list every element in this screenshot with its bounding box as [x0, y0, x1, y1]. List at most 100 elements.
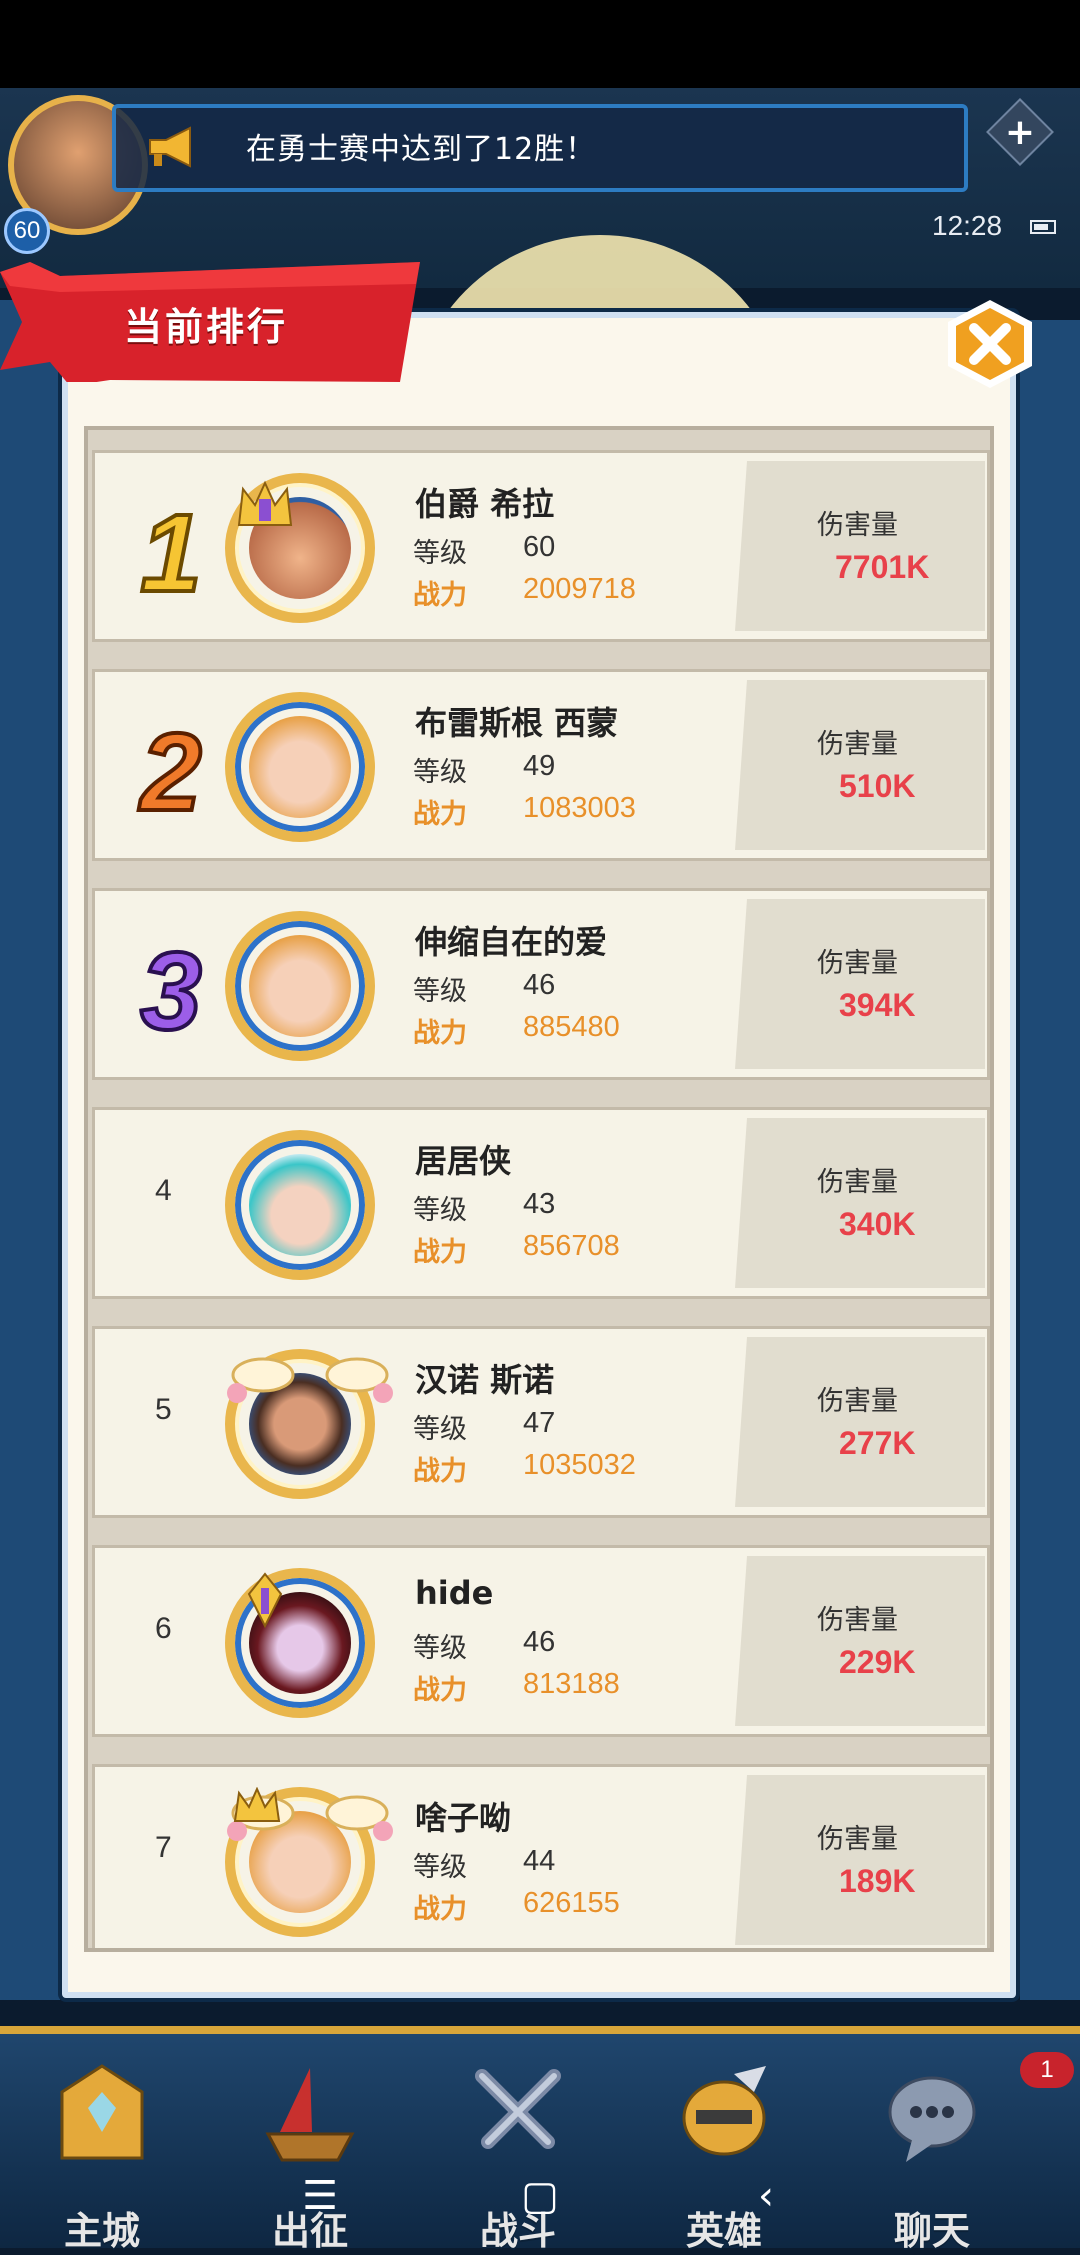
castle-icon [60, 2064, 144, 2160]
power-label: 战力 [413, 1456, 467, 1487]
level-value: 60 [523, 531, 556, 563]
power-value: 885480 [523, 1011, 620, 1043]
status-bar-background [0, 0, 1080, 88]
level-value: 43 [523, 1188, 556, 1220]
level-value: 47 [523, 1407, 556, 1439]
chat-icon [888, 2076, 976, 2162]
svg-text:1: 1 [140, 492, 201, 611]
level-value: 46 [523, 1626, 556, 1658]
damage-box [735, 461, 985, 631]
rank-3-icon: 3 [138, 928, 203, 1049]
ranking-row[interactable]: 4 居居侠 等级 43 战力 856708 伤害量 340K [92, 1107, 990, 1299]
level-label: 等级 [413, 1414, 467, 1445]
ship-icon [265, 2068, 355, 2162]
power-value: 626155 [523, 1887, 620, 1919]
level-label: 等级 [413, 757, 467, 788]
player-name: 啥子呦 [415, 1799, 512, 1837]
player-name: 伸缩自在的爱 [415, 923, 608, 961]
nav-main-city[interactable]: 主城 [12, 2062, 192, 2253]
system-home-button[interactable]: ▢ [510, 2166, 570, 2226]
avatar[interactable] [225, 692, 375, 842]
level-label: 等级 [413, 1633, 467, 1664]
close-button[interactable] [944, 298, 1036, 390]
level-label: 等级 [413, 976, 467, 1007]
damage-box [735, 1337, 985, 1507]
battery-icon [1030, 220, 1056, 234]
damage-box [735, 1556, 985, 1726]
ranking-row[interactable]: 6 hide 等级 46 战力 813188 伤害量 229K [92, 1545, 990, 1737]
rank-number: 5 [155, 1393, 172, 1426]
damage-value: 229K [839, 1644, 916, 1680]
power-value: 856708 [523, 1230, 620, 1262]
damage-label: 伤害量 [817, 510, 898, 541]
ranking-list[interactable]: 1 伯爵 希拉 等级 60 战力 2009718 伤害量 7701K 2 布雷斯… [84, 426, 994, 1952]
ranking-row[interactable]: 5 汉诺 斯诺 等级 47 战力 1035032 伤害量 277K [92, 1326, 990, 1518]
bunny-ears-icon [227, 1357, 393, 1403]
damage-value: 189K [839, 1863, 916, 1899]
megaphone-icon [149, 126, 191, 168]
level-label: 等级 [413, 1852, 467, 1883]
damage-label: 伤害量 [817, 1605, 898, 1636]
clock: 12:28 [932, 210, 1003, 241]
power-value: 2009718 [523, 573, 636, 605]
plus-icon: + [1004, 111, 1036, 153]
player-name: hide [415, 1574, 494, 1612]
rank-1-icon: 1 [138, 490, 203, 611]
level-label: 等级 [413, 1195, 467, 1226]
rank-emblem-icon [247, 1572, 283, 1628]
damage-value: 510K [839, 768, 916, 804]
avatar[interactable] [225, 1787, 393, 1937]
background-right [1020, 320, 1080, 2000]
nav-chat[interactable]: 聊天 [842, 2062, 1022, 2253]
rank-number: 6 [155, 1612, 172, 1645]
player-level-badge: 60 [4, 208, 50, 254]
system-back-button[interactable]: ‹ [736, 2166, 796, 2226]
bunny-ears-icon [227, 1787, 393, 1841]
damage-value: 7701K [835, 549, 930, 585]
damage-value: 340K [839, 1206, 916, 1242]
svg-text:2: 2 [138, 711, 201, 830]
damage-label: 伤害量 [817, 948, 898, 979]
ranking-row[interactable]: 3 伸缩自在的爱 等级 46 战力 885480 伤害量 394K [92, 888, 990, 1080]
power-label: 战力 [413, 1018, 467, 1049]
damage-box [735, 1775, 985, 1945]
svg-text:3: 3 [140, 930, 201, 1049]
damage-label: 伤害量 [817, 729, 898, 760]
damage-box [735, 680, 985, 850]
power-value: 813188 [523, 1668, 620, 1700]
ranking-row[interactable]: 1 伯爵 希拉 等级 60 战力 2009718 伤害量 7701K [92, 450, 990, 642]
crown-icon [237, 480, 293, 526]
ranking-row[interactable]: 2 布雷斯根 西蒙 等级 49 战力 1083003 伤害量 510K [92, 669, 990, 861]
avatar[interactable] [225, 1349, 393, 1499]
power-label: 战力 [413, 1894, 467, 1925]
broadcast-notice: 在勇士赛中达到了12胜！ [112, 104, 968, 192]
hero-portrait [249, 935, 351, 1037]
avatar[interactable] [225, 911, 375, 1061]
nav-label: 主城 [63, 2209, 140, 2253]
background-left [0, 300, 60, 2000]
rank-2-icon: 2 [136, 709, 203, 830]
damage-label: 伤害量 [817, 1167, 898, 1198]
player-name: 居居侠 [415, 1142, 512, 1180]
power-value: 1083003 [523, 792, 636, 824]
chat-unread-badge: 1 [1020, 2052, 1074, 2088]
damage-value: 277K [839, 1425, 916, 1461]
avatar[interactable] [225, 473, 375, 623]
hero-portrait [249, 716, 351, 818]
player-name: 伯爵 希拉 [415, 485, 555, 523]
system-menu-button[interactable]: ☰ [290, 2166, 350, 2226]
level-value: 49 [523, 750, 556, 782]
hero-helmet-icon [682, 2066, 766, 2156]
damage-value: 394K [839, 987, 916, 1023]
damage-box [735, 1118, 985, 1288]
player-name: 汉诺 斯诺 [415, 1361, 555, 1399]
avatar[interactable] [225, 1130, 375, 1280]
level-label: 等级 [413, 538, 467, 569]
rank-number: 7 [155, 1831, 172, 1864]
power-value: 1035032 [523, 1449, 636, 1481]
damage-label: 伤害量 [817, 1824, 898, 1855]
avatar[interactable] [225, 1568, 375, 1718]
power-label: 战力 [413, 580, 467, 611]
ranking-row[interactable]: 7 啥子呦 等级 44 战力 626155 伤害量 189K [92, 1764, 990, 1948]
panel-title: 当前排行 [124, 305, 289, 349]
